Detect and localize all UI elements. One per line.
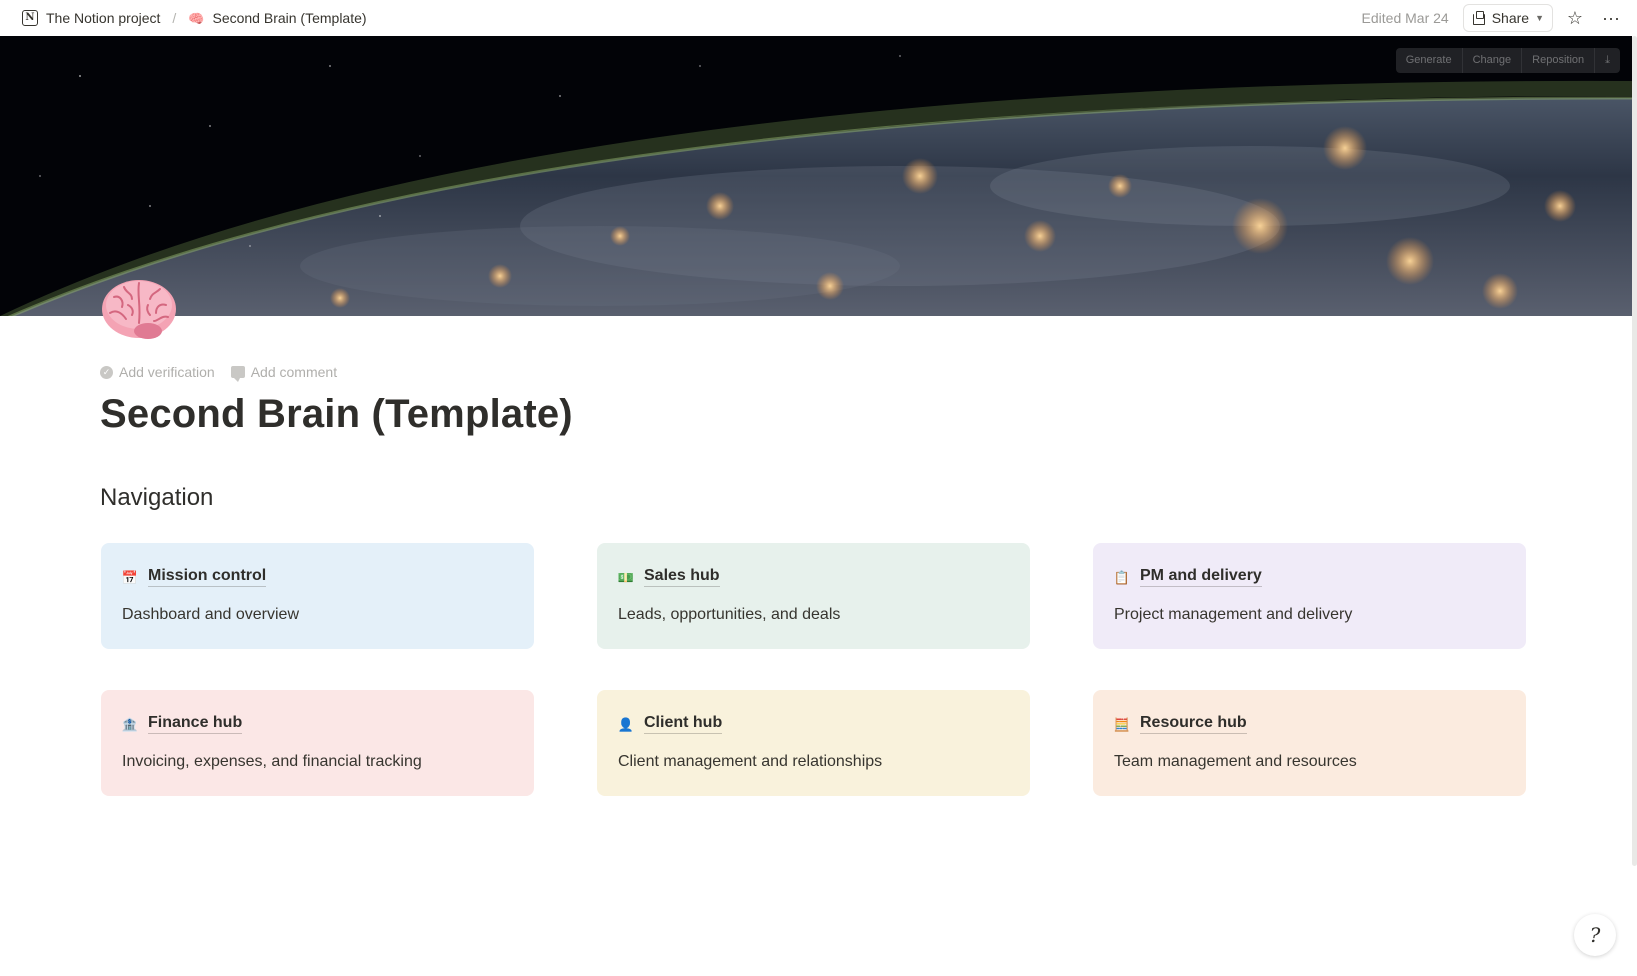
abacus-icon: 🧮 xyxy=(1113,716,1131,732)
reposition-cover-button[interactable]: Reposition xyxy=(1522,48,1596,73)
brain-page-icon[interactable] xyxy=(100,275,180,345)
comment-icon xyxy=(230,366,245,382)
generate-cover-button[interactable]: Generate xyxy=(1396,48,1463,73)
card-header: 📅 Mission control xyxy=(122,565,513,589)
card-header: 👤 Client hub xyxy=(618,712,1009,736)
card-title-link[interactable]: Client hub xyxy=(644,714,723,734)
more-options-icon[interactable]: ··· xyxy=(1597,4,1625,32)
card-mission-control[interactable]: 📅 Mission control Dashboard and overview xyxy=(101,543,534,649)
card-header: 💵 Sales hub xyxy=(618,565,1009,589)
card-description: Client management and relationships xyxy=(618,753,883,770)
share-button-label: Share xyxy=(1491,10,1530,26)
notion-logo-icon: N xyxy=(22,10,38,26)
card-description: Invoicing, expenses, and financial track… xyxy=(122,753,422,770)
card-pm-and-delivery[interactable]: 📋 PM and delivery Project management and… xyxy=(1093,543,1526,649)
card-header: 🏦 Finance hub xyxy=(122,712,513,736)
card-sales-hub[interactable]: 💵 Sales hub Leads, opportunities, and de… xyxy=(597,543,1030,649)
card-client-hub[interactable]: 👤 Client hub Client management and relat… xyxy=(597,690,1030,796)
card-title-link[interactable]: PM and delivery xyxy=(1140,567,1262,587)
breadcrumb-workspace-label: The Notion project xyxy=(46,10,161,26)
chevron-down-icon: ▼ xyxy=(1535,13,1544,23)
breadcrumb-page-label: Second Brain (Template) xyxy=(212,10,367,26)
add-verification-button[interactable]: ✓ Add verification xyxy=(100,364,215,380)
bank-icon: 🏦 xyxy=(121,716,139,732)
breadcrumb: N The Notion project / 🧠 Second Brain (T… xyxy=(16,8,373,28)
scrollbar[interactable] xyxy=(1632,36,1637,866)
share-button[interactable]: Share ▼ xyxy=(1462,4,1553,32)
breadcrumb-workspace[interactable]: N The Notion project xyxy=(16,8,166,28)
card-description: Team management and resources xyxy=(1114,753,1357,770)
earth-from-space-image xyxy=(0,36,1632,316)
card-title-link[interactable]: Sales hub xyxy=(644,567,720,587)
change-cover-button[interactable]: Change xyxy=(1463,48,1523,73)
card-header: 📋 PM and delivery xyxy=(1114,565,1505,589)
share-icon xyxy=(1472,11,1486,25)
calendar-icon: 📅 xyxy=(121,569,139,585)
person-icon: 👤 xyxy=(617,716,635,732)
add-comment-label: Add comment xyxy=(250,364,338,380)
page-actions: ✓ Add verification Add comment xyxy=(100,364,338,382)
card-title-link[interactable]: Mission control xyxy=(148,567,267,587)
card-header: 🧮 Resource hub xyxy=(1114,712,1505,736)
download-cover-icon[interactable]: ⤓ xyxy=(1595,48,1620,73)
page-title[interactable]: Second Brain (Template) xyxy=(100,392,573,437)
add-verification-label: Add verification xyxy=(119,364,215,380)
brain-icon: 🧠 xyxy=(188,10,205,26)
help-icon: ? xyxy=(1589,923,1601,947)
money-icon: 💵 xyxy=(617,569,635,585)
card-description: Project management and delivery xyxy=(1114,606,1353,623)
card-title-link[interactable]: Finance hub xyxy=(148,714,243,734)
top-bar: N The Notion project / 🧠 Second Brain (T… xyxy=(0,0,1637,36)
navigation-cards: 📅 Mission control Dashboard and overview… xyxy=(101,543,1527,796)
favorite-star-icon[interactable]: ☆ xyxy=(1561,4,1589,32)
cover-controls: Generate Change Reposition ⤓ xyxy=(1395,48,1620,73)
card-description: Leads, opportunities, and deals xyxy=(618,606,841,623)
breadcrumb-separator: / xyxy=(172,10,177,26)
top-bar-actions: Edited Mar 24 Share ▼ ☆ ··· xyxy=(1362,4,1625,32)
edited-timestamp[interactable]: Edited Mar 24 xyxy=(1362,10,1449,26)
clipboard-icon: 📋 xyxy=(1113,569,1131,585)
card-description: Dashboard and overview xyxy=(122,606,299,623)
section-heading-navigation[interactable]: Navigation xyxy=(100,484,213,512)
card-resource-hub[interactable]: 🧮 Resource hub Team management and resou… xyxy=(1093,690,1526,796)
help-button[interactable]: ? xyxy=(1574,914,1616,956)
cover-image: Generate Change Reposition ⤓ xyxy=(0,36,1632,316)
card-finance-hub[interactable]: 🏦 Finance hub Invoicing, expenses, and f… xyxy=(101,690,534,796)
verified-check-icon: ✓ xyxy=(100,365,113,379)
add-comment-button[interactable]: Add comment xyxy=(230,364,338,382)
card-title-link[interactable]: Resource hub xyxy=(1140,714,1247,734)
breadcrumb-page[interactable]: 🧠 Second Brain (Template) xyxy=(182,8,372,28)
